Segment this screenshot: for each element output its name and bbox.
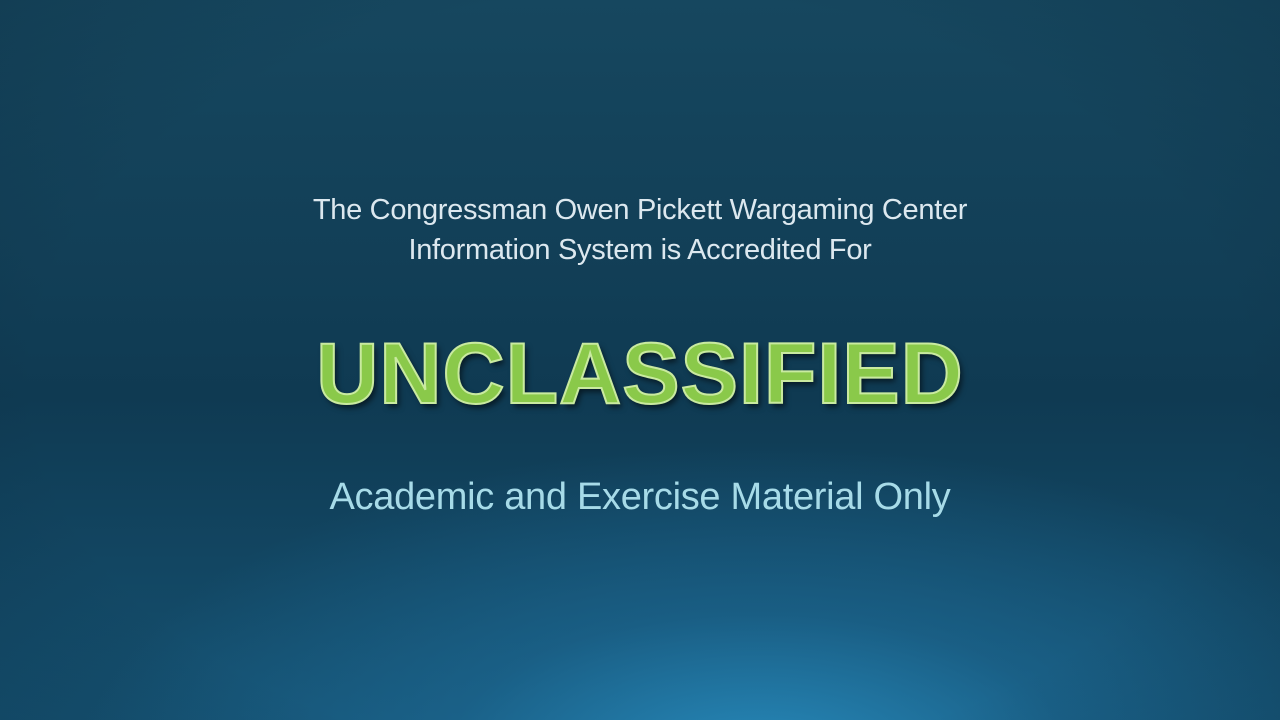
accreditation-statement: The Congressman Owen Pickett Wargaming C… [0, 190, 1280, 270]
accreditation-line-2: Information System is Accredited For [408, 234, 872, 266]
classification-label: UNCLASSIFIED [315, 325, 964, 423]
usage-restriction: Academic and Exercise Material Only [329, 476, 951, 518]
banner-slide: The Congressman Owen Pickett Wargaming C… [0, 0, 1280, 720]
accreditation-line-1: The Congressman Owen Pickett Wargaming C… [312, 194, 968, 226]
